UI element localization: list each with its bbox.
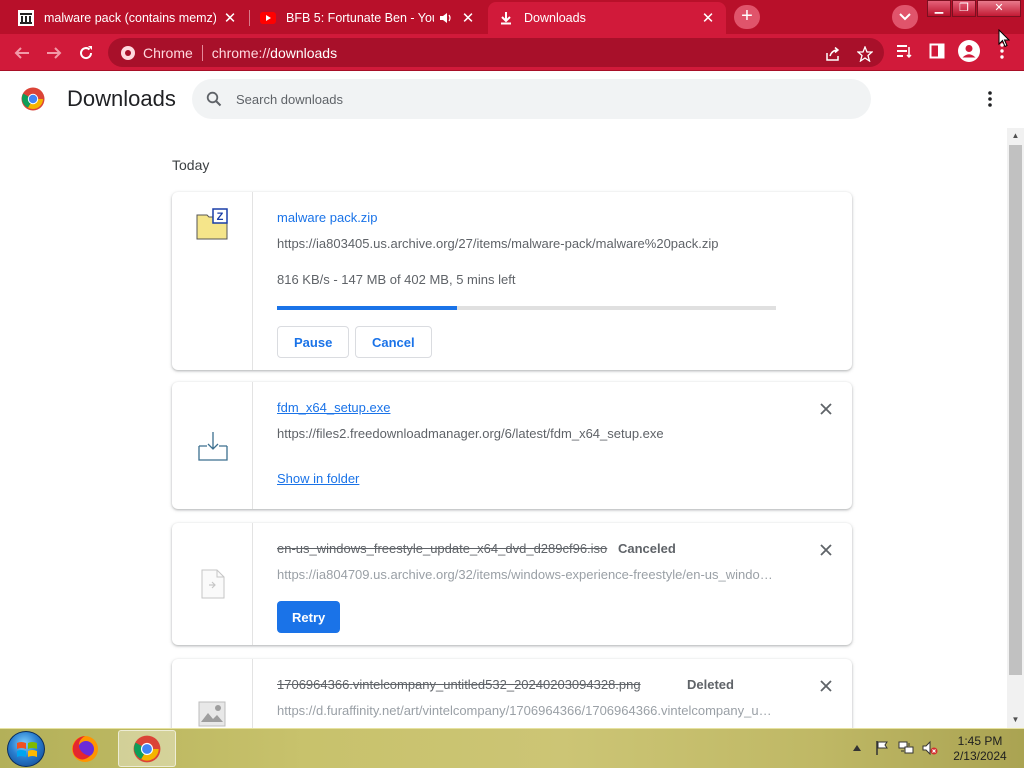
deleted-badge: Deleted: [687, 677, 734, 692]
scroll-up-icon[interactable]: ▲: [1007, 128, 1024, 144]
youtube-icon: [260, 10, 276, 26]
archive-org-icon: [18, 10, 34, 26]
zip-archive-icon: Z: [196, 208, 228, 240]
forward-button[interactable]: [42, 41, 66, 65]
download-item: en-us_windows_freestyle_update_x64_dvd_d…: [172, 523, 852, 645]
window-controls: ▁ ❐ ✕: [927, 0, 1022, 18]
download-item: 1706964366.vintelcompany_untitled532_202…: [172, 659, 852, 739]
source-url[interactable]: https://ia803405.us.archive.org/27/items…: [277, 236, 719, 251]
window-close-button[interactable]: ✕: [977, 0, 1021, 17]
network-icon[interactable]: [897, 739, 915, 757]
svg-text:Z: Z: [217, 211, 224, 223]
chrome-logo-icon: [21, 87, 45, 111]
reload-icon: [80, 46, 93, 60]
date-section-label: Today: [172, 157, 210, 173]
reload-button[interactable]: [74, 41, 98, 65]
site-chip: Chrome: [143, 44, 193, 61]
tab-strip: malware pack (contains memz) : F ✕ BFB 5…: [0, 0, 1024, 34]
clock-date: 2/13/2024: [953, 749, 1007, 763]
arrow-right-icon: [47, 47, 62, 59]
windows-taskbar: 1:45 PM 2/13/2024: [0, 728, 1024, 768]
progress-fill: [277, 306, 457, 310]
page-title: Downloads: [67, 86, 176, 111]
file-name: en-us_windows_freestyle_update_x64_dvd_d…: [277, 541, 608, 556]
retry-button[interactable]: Retry: [277, 601, 341, 633]
tab-search-button[interactable]: [892, 5, 918, 29]
download-item: fdm_x64_setup.exe https://files2.freedow…: [172, 382, 852, 509]
remove-item-icon[interactable]: [816, 676, 836, 696]
vertical-scrollbar[interactable]: ▲ ▼: [1007, 128, 1024, 728]
tab-close-icon[interactable]: ✕: [700, 10, 716, 27]
download-item: Z malware pack.zip https://ia803405.us.a…: [172, 192, 852, 370]
scroll-down-icon[interactable]: ▼: [1007, 712, 1024, 728]
address-bar[interactable]: Chrome chrome://downloads: [108, 38, 884, 67]
file-name-link[interactable]: fdm_x64_setup.exe: [277, 400, 390, 415]
remove-item-icon[interactable]: [816, 399, 836, 419]
tab-title: BFB 5: Fortunate Ben - YouTube: [286, 11, 434, 25]
taskbar-chrome[interactable]: [118, 730, 176, 767]
file-icon-column: Z: [172, 192, 253, 370]
file-icon-column: [172, 382, 253, 509]
clock-time: 1:45 PM: [957, 734, 1003, 748]
scrollbar-thumb[interactable]: [1009, 145, 1022, 675]
chrome-icon: [133, 735, 161, 762]
windows-logo-icon: [17, 742, 37, 757]
url-text: chrome://downloads: [211, 44, 338, 61]
action-center-flag-icon[interactable]: [873, 739, 891, 757]
profile-avatar-icon[interactable]: [958, 40, 980, 62]
tray-overflow-icon[interactable]: [848, 739, 866, 757]
chevron-down-icon: [899, 13, 911, 21]
source-url[interactable]: https://files2.freedownloadmanager.org/6…: [277, 426, 664, 441]
tab-title: Downloads: [524, 11, 586, 25]
downloads-page: Downloads Today Z malware pack.zip https…: [0, 71, 1024, 739]
search-icon: [204, 89, 224, 109]
bookmark-star-icon[interactable]: [856, 46, 874, 62]
file-name: 1706964366.vintelcompany_untitled532_202…: [277, 677, 641, 692]
pause-button[interactable]: Pause: [277, 326, 350, 358]
canceled-badge: Canceled: [618, 541, 676, 556]
tab-close-icon[interactable]: ✕: [460, 10, 476, 27]
restore-button[interactable]: ❐: [952, 0, 976, 17]
more-actions-icon[interactable]: [980, 89, 1000, 109]
arrow-left-icon: [14, 47, 29, 59]
download-icon: [498, 10, 514, 26]
start-button[interactable]: [7, 731, 45, 767]
browser-toolbar: Chrome chrome://downloads: [0, 34, 1024, 71]
download-status: 816 KB/s - 147 MB of 402 MB, 5 mins left: [277, 272, 516, 287]
reading-list-icon[interactable]: [895, 41, 915, 61]
audio-playing-icon[interactable]: [438, 10, 454, 26]
remove-item-icon[interactable]: [816, 540, 836, 560]
system-clock[interactable]: 1:45 PM 2/13/2024: [944, 734, 1016, 764]
file-icon-column: [172, 659, 253, 739]
tab-malware-pack[interactable]: malware pack (contains memz) : F ✕: [8, 2, 248, 34]
volume-muted-icon[interactable]: [921, 739, 939, 757]
search-bar[interactable]: [192, 79, 871, 119]
share-icon[interactable]: [824, 46, 842, 62]
taskbar-firefox[interactable]: [56, 730, 114, 767]
file-icon-column: [172, 523, 253, 645]
progress-bar: [277, 306, 776, 310]
generic-file-icon: [201, 569, 225, 599]
source-url[interactable]: https://ia804709.us.archive.org/32/items…: [277, 567, 777, 582]
tab-close-icon[interactable]: ✕: [222, 10, 238, 27]
image-file-icon: [198, 701, 226, 727]
file-name-link[interactable]: malware pack.zip: [277, 210, 377, 225]
back-button[interactable]: [10, 41, 34, 65]
installer-icon: [198, 432, 228, 461]
mouse-cursor-icon: [998, 29, 1010, 48]
search-input[interactable]: [236, 91, 836, 107]
tab-downloads[interactable]: Downloads ✕: [488, 2, 726, 34]
downloads-header: Downloads: [0, 71, 1024, 131]
source-url[interactable]: https://d.furaffinity.net/art/vintelcomp…: [277, 703, 777, 718]
show-in-folder-link[interactable]: Show in folder: [277, 471, 359, 486]
new-tab-button[interactable]: +: [734, 5, 760, 29]
side-panel-icon[interactable]: [927, 41, 947, 61]
tab-title: malware pack (contains memz) : F: [44, 11, 216, 25]
chrome-page-icon: [118, 45, 138, 61]
omnibox-divider: [201, 44, 203, 61]
minimize-button[interactable]: ▁: [927, 0, 951, 17]
cancel-button[interactable]: Cancel: [355, 326, 432, 358]
tab-youtube[interactable]: BFB 5: Fortunate Ben - YouTube ✕: [250, 2, 486, 34]
firefox-icon: [72, 735, 98, 762]
